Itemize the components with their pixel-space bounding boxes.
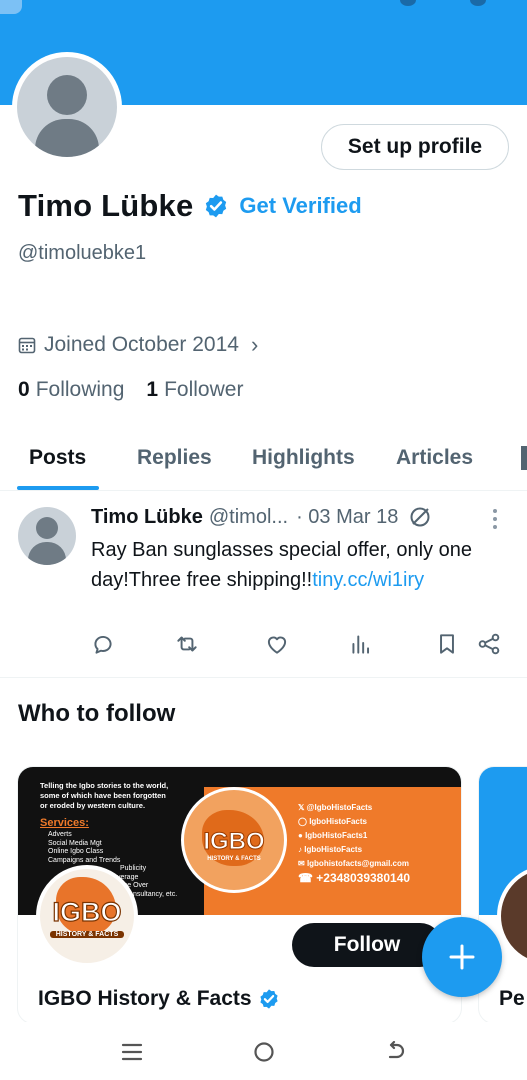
social-phone: +2348039380140 <box>316 871 411 885</box>
profile-handle: @timoluebke1 <box>18 242 147 264</box>
service-item: Social Media Mgt <box>48 839 102 847</box>
tab-articles[interactable]: Articles <box>396 446 473 470</box>
home-icon[interactable] <box>250 1038 278 1066</box>
calendar-icon <box>18 337 36 354</box>
setup-profile-button[interactable]: Set up profile <box>321 124 509 170</box>
card2-account-name[interactable]: Pe <box>499 987 525 1011</box>
follow-button[interactable]: Follow <box>292 923 442 967</box>
status-bar-icon <box>0 0 22 14</box>
post-item[interactable]: Timo Lübke @timol... · 03 Mar 18 Ray Ban… <box>0 491 527 678</box>
avatar-logo-subtitle: HISTORY & FACTS <box>50 931 124 938</box>
joined-date[interactable]: Joined October 2014 › <box>18 332 258 358</box>
post-header: Timo Lübke @timol... · 03 Mar 18 <box>91 505 432 529</box>
following-link[interactable]: 0 Following <box>18 378 124 402</box>
get-verified-link[interactable]: Get Verified <box>239 193 361 219</box>
banner-tagline-1: Telling the Igbo stories to the world, <box>40 781 169 790</box>
verified-badge-icon <box>259 989 278 1009</box>
post-text: Ray Ban sunglasses special offer, only o… <box>91 535 496 595</box>
repost-icon[interactable] <box>174 631 200 657</box>
active-tab-indicator <box>17 486 99 490</box>
social-x: @IgboHistoFacts <box>306 803 373 812</box>
followers-count: 1 <box>146 378 159 401</box>
social-handles: 𝕏 @IgboHistoFacts ◯ IgboHistoFacts ● Igb… <box>298 803 411 885</box>
compose-post-button[interactable] <box>422 917 502 997</box>
plus-icon <box>449 944 475 970</box>
followers-label: Follower <box>164 378 244 401</box>
post-author-handle: @timol... <box>208 505 289 528</box>
service-item: Adverts <box>48 831 72 838</box>
profile-name-row: Timo Lübke Get Verified <box>18 188 362 224</box>
views-icon[interactable] <box>348 631 374 657</box>
social-instagram: IgboHistoFacts <box>309 817 367 826</box>
avatar-logo-text: IGBO <box>52 896 122 927</box>
tab-overflow[interactable] <box>521 446 527 470</box>
default-avatar-icon <box>17 57 117 157</box>
reply-icon[interactable] <box>90 631 116 657</box>
no-entry-icon <box>410 507 430 527</box>
follow-counts: 0 Following 1 Follower <box>18 378 243 402</box>
logo-text: IGBO <box>203 828 265 856</box>
android-nav-bar <box>0 1022 527 1080</box>
profile-tabs: Posts Replies Highlights Articles <box>0 432 527 491</box>
post-date: · 03 Mar 18 <box>296 505 399 528</box>
back-icon[interactable] <box>382 1038 410 1066</box>
verified-badge-icon[interactable] <box>203 193 229 219</box>
tab-posts[interactable]: Posts <box>29 446 86 470</box>
card-account-name-text: IGBO History & Facts <box>38 987 252 1010</box>
recent-apps-icon[interactable] <box>118 1038 146 1066</box>
banner-tagline-3: or eroded by western culture. <box>40 801 146 810</box>
service-item: Campaigns and Trends <box>48 856 121 864</box>
profile-name: Timo Lübke <box>18 188 194 223</box>
share-icon[interactable] <box>476 631 502 657</box>
post-avatar[interactable] <box>18 507 76 565</box>
profile-avatar[interactable] <box>12 52 122 162</box>
post-actions <box>0 631 527 661</box>
more-options-icon[interactable] <box>493 509 497 533</box>
chevron-right-icon: › <box>250 332 259 357</box>
who-to-follow-title: Who to follow <box>18 700 176 727</box>
tab-highlights[interactable]: Highlights <box>252 446 355 470</box>
followers-link[interactable]: 1 Follower <box>146 378 243 402</box>
like-icon[interactable] <box>264 631 290 657</box>
services-title: Services: <box>40 817 89 829</box>
follow-suggestion-card[interactable]: Telling the Igbo stories to the world, s… <box>17 766 462 1024</box>
card-account-name[interactable]: IGBO History & Facts <box>38 987 280 1011</box>
bookmark-icon[interactable] <box>434 631 460 657</box>
social-email: Igbohistofacts@gmail.com <box>306 859 409 868</box>
tab-replies[interactable]: Replies <box>137 446 212 470</box>
following-count: 0 <box>18 378 30 401</box>
social-tiktok: IgboHistoFacts <box>304 845 363 854</box>
post-link[interactable]: tiny.cc/wi1iry <box>312 569 424 591</box>
service-item: Online Igbo Class <box>48 848 104 855</box>
logo-subtitle: HISTORY & FACTS <box>207 856 261 862</box>
social-facebook: IgboHistoFacts1 <box>305 831 368 840</box>
post-author-name[interactable]: Timo Lübke <box>91 506 203 529</box>
joined-text: Joined October 2014 <box>44 333 239 356</box>
igbo-logo: IGBO HISTORY & FACTS <box>181 787 287 893</box>
card-avatar[interactable]: IGBO HISTORY & FACTS <box>36 865 138 967</box>
banner-tagline-2: some of which have been forgotten <box>40 791 166 800</box>
following-label: Following <box>35 378 125 401</box>
